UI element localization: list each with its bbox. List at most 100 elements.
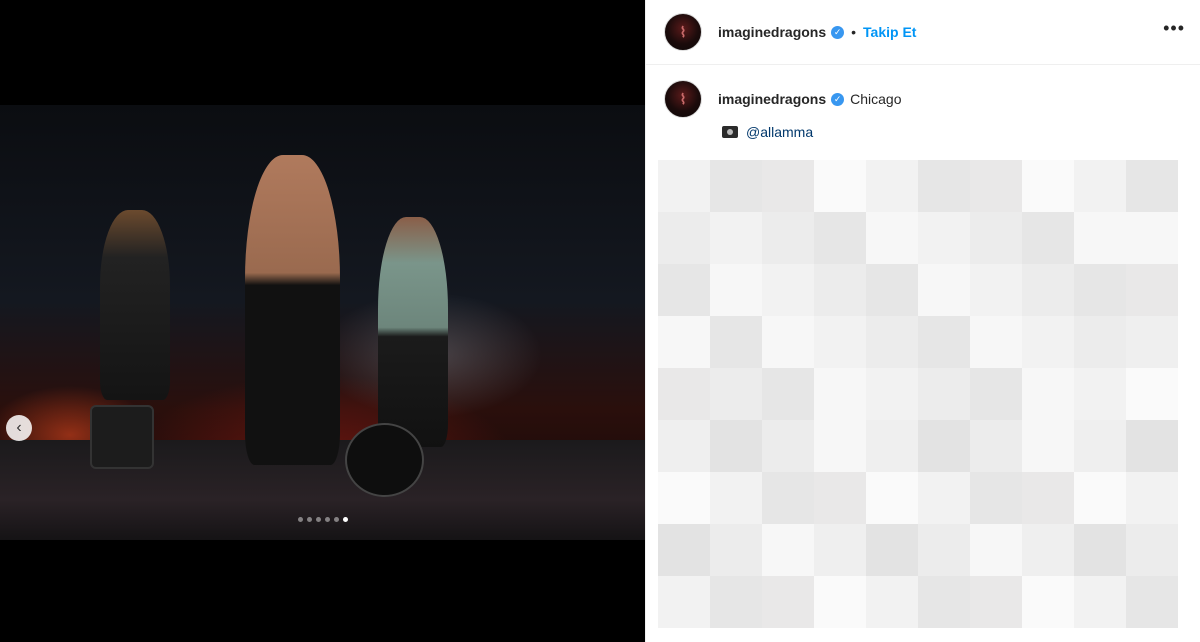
blur-block [762,576,814,628]
blur-block [762,264,814,316]
blur-block [658,576,710,628]
blur-block [1022,524,1074,576]
blur-block [970,576,1022,628]
blur-block [1074,264,1126,316]
blur-block [918,524,970,576]
blur-block [866,264,918,316]
blur-block [658,368,710,420]
blur-block [1074,420,1126,472]
caption-verified-badge-icon: ✓ [831,92,845,106]
blur-block [970,316,1022,368]
blur-block [918,420,970,472]
blur-block [1022,212,1074,264]
carousel-dot [342,517,348,522]
blur-block [762,316,814,368]
blur-block [710,160,762,212]
caption-location[interactable]: Chicago [850,91,901,107]
blur-block [866,316,918,368]
blur-block [866,160,918,212]
carousel-dots [0,517,645,525]
blur-block [1126,316,1178,368]
blur-block [866,420,918,472]
chevron-left-icon: ‹ [16,419,22,436]
blur-block [970,160,1022,212]
blur-block [762,212,814,264]
blur-block [658,316,710,368]
post-side-panel: ⌇ imaginedragons ✓ • Takip Et ••• ⌇ imag… [645,0,1200,642]
guitarist-left [100,210,170,400]
blur-block [866,524,918,576]
blur-block [710,576,762,628]
blur-block [658,160,710,212]
blur-block [1074,576,1126,628]
blur-block [1022,264,1074,316]
caption-avatar[interactable]: ⌇ [664,80,702,118]
blur-block [970,472,1022,524]
blur-block [1126,420,1178,472]
blur-block [658,524,710,576]
blur-block [1126,472,1178,524]
more-options-icon[interactable]: ••• [1163,18,1185,39]
blur-block [814,472,866,524]
blur-block [814,576,866,628]
blur-block [762,160,814,212]
blur-block [658,472,710,524]
blur-block [1022,576,1074,628]
blur-block [710,524,762,576]
blur-block [1074,160,1126,212]
post-header: ⌇ imaginedragons ✓ • Takip Et ••• [646,0,1200,65]
avatar[interactable]: ⌇ [664,13,702,51]
blur-block [710,212,762,264]
credit-mention[interactable]: @allamma [746,124,813,140]
header-separator: • [851,24,857,40]
concert-photo: ‹ [0,105,645,540]
blur-block [1074,472,1126,524]
carousel-dot [306,517,312,522]
blur-block [762,368,814,420]
blur-block [814,316,866,368]
blur-block [1022,160,1074,212]
caption-row: ⌇ imaginedragons ✓ Chicago [664,80,902,118]
drum [345,423,424,497]
singer-center [245,155,340,465]
blur-block [866,212,918,264]
blur-block [1022,368,1074,420]
carousel-dot [324,517,330,522]
blur-block [658,212,710,264]
blur-block [762,524,814,576]
blur-block [918,472,970,524]
post-media: ‹ [0,0,645,642]
carousel-dot [297,517,303,522]
blur-block [814,264,866,316]
blur-block [1022,472,1074,524]
blur-block [1126,524,1178,576]
camera-icon [722,126,738,138]
blur-block [918,316,970,368]
blur-block [658,420,710,472]
blur-block [918,264,970,316]
blur-block [762,472,814,524]
blur-block [970,212,1022,264]
carousel-dot [315,517,321,522]
blur-block [918,368,970,420]
blur-block [814,524,866,576]
verified-badge-icon: ✓ [831,25,845,39]
header-username[interactable]: imaginedragons [718,24,826,40]
blur-block [1074,316,1126,368]
blur-block [814,212,866,264]
blur-block [710,368,762,420]
carousel-dot [333,517,339,522]
follow-button[interactable]: Takip Et [863,24,916,40]
blur-block [918,160,970,212]
blur-block [710,264,762,316]
blur-block [1126,576,1178,628]
photo-credit: @allamma [722,124,813,140]
carousel-prev-button[interactable]: ‹ [6,415,32,441]
caption-username[interactable]: imaginedragons [718,91,826,107]
blur-block [1022,316,1074,368]
blur-block [970,420,1022,472]
blur-block [1074,368,1126,420]
blur-block [866,368,918,420]
blur-block [710,472,762,524]
blur-block [1126,368,1178,420]
